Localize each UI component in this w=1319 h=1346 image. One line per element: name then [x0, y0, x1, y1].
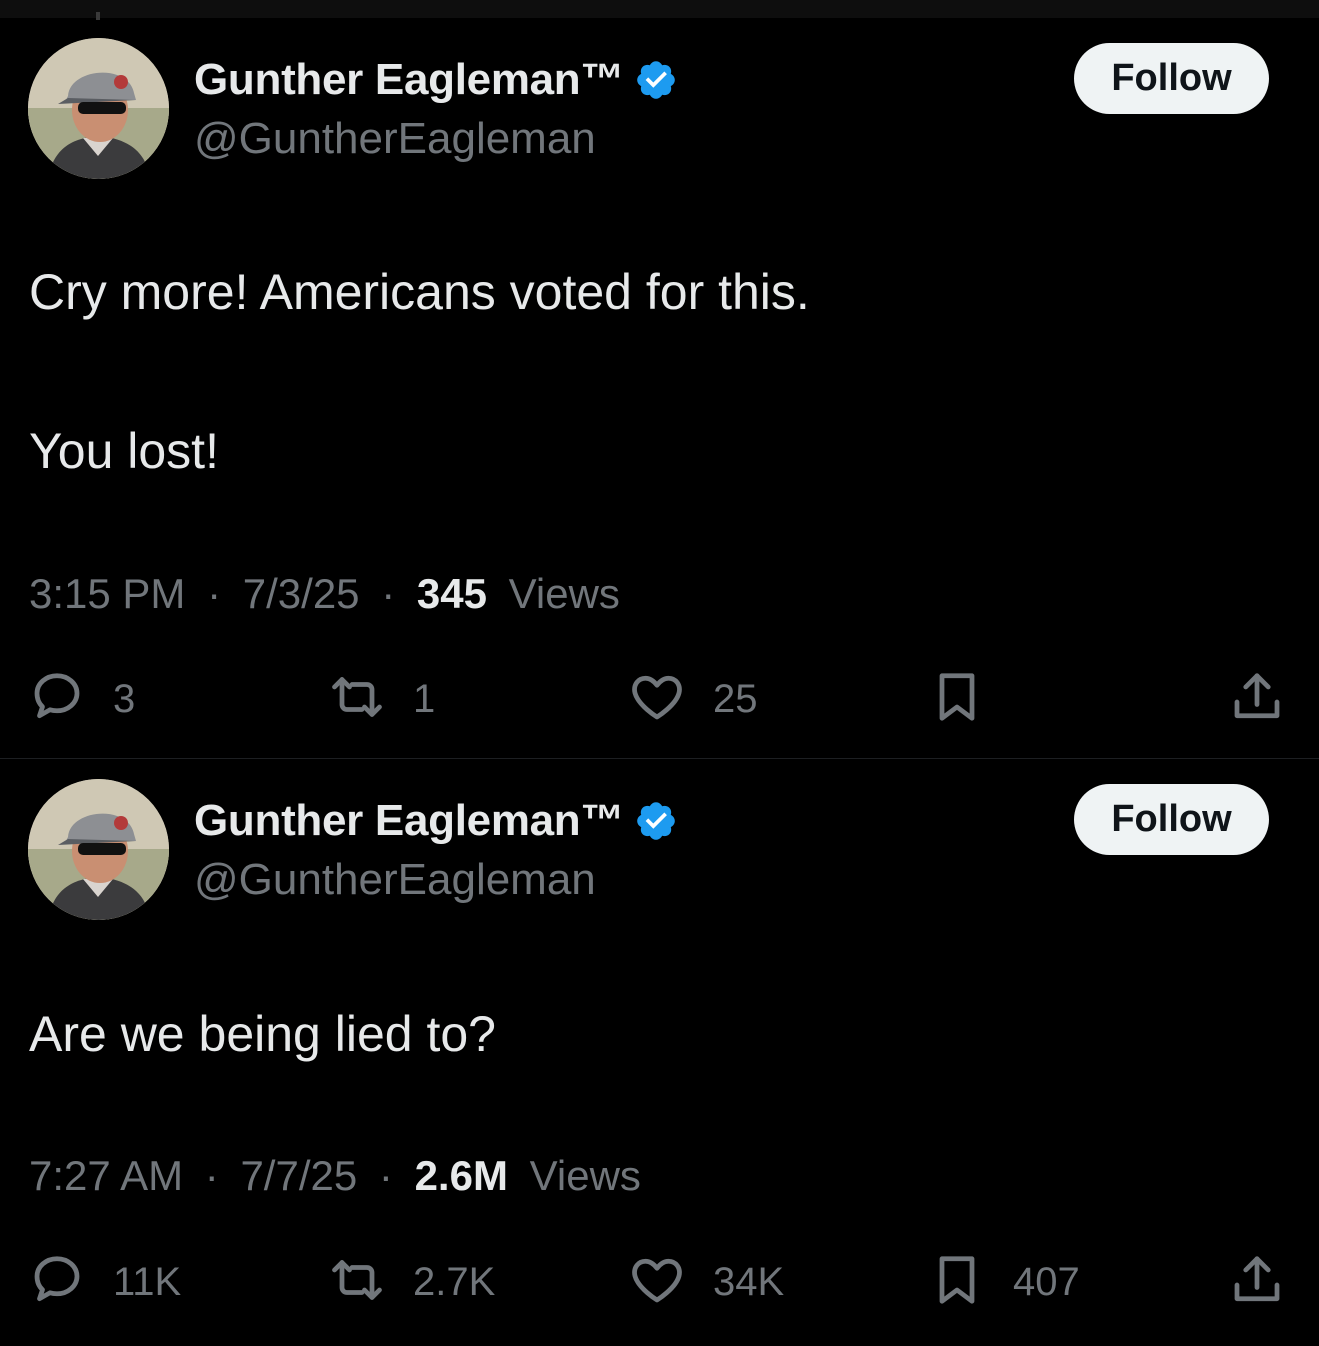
avatar[interactable]	[28, 779, 169, 920]
tweet-date[interactable]: 7/3/25	[243, 570, 360, 617]
tweet-text-line: You lost!	[29, 423, 219, 479]
share-icon	[1227, 1250, 1287, 1315]
reply-button[interactable]: 3	[27, 664, 135, 734]
like-count: 34K	[713, 1259, 785, 1304]
reply-icon	[27, 1250, 87, 1315]
repost-icon	[327, 667, 387, 732]
top-strip	[0, 0, 1319, 20]
avatar[interactable]	[28, 38, 169, 179]
like-button[interactable]: 34K	[627, 1247, 784, 1317]
reply-icon	[27, 667, 87, 732]
author-name-row: Gunther Eagleman™	[194, 793, 678, 849]
bookmark-button[interactable]: 407	[927, 1247, 1080, 1317]
tweet-meta: 3:15 PM · 7/3/25 · 345 Views	[29, 570, 620, 618]
separator: ·	[207, 570, 222, 617]
tweet-text-line: Cry more! Americans voted for this.	[29, 264, 810, 320]
repost-button[interactable]: 2.7K	[327, 1247, 495, 1317]
share-button[interactable]	[1227, 664, 1287, 734]
bookmark-button[interactable]	[927, 664, 1013, 734]
views-label: Views	[529, 1152, 641, 1199]
tweet-text-line: Are we being lied to?	[29, 1006, 496, 1062]
reply-button[interactable]: 11K	[27, 1247, 181, 1317]
separator: ·	[378, 1152, 393, 1199]
tweet-time[interactable]: 3:15 PM	[29, 570, 185, 617]
bookmark-icon	[927, 667, 987, 732]
repost-count: 2.7K	[413, 1259, 496, 1304]
share-button[interactable]	[1227, 1247, 1287, 1317]
display-name[interactable]: Gunther Eagleman™	[194, 55, 624, 105]
repost-icon	[327, 1250, 387, 1315]
tweet[interactable]: Gunther Eagleman™ @GuntherEagleman Follo…	[0, 759, 1319, 1346]
views-count: 2.6M	[414, 1152, 508, 1199]
like-count: 25	[713, 676, 758, 721]
tweet-time[interactable]: 7:27 AM	[29, 1152, 183, 1199]
bookmark-count: 407	[1013, 1259, 1080, 1304]
like-icon	[627, 1250, 687, 1315]
action-bar: 11K 2.7K 34K 407	[0, 1247, 1319, 1317]
tweet[interactable]: Gunther Eagleman™ @GuntherEagleman Follo…	[0, 18, 1319, 758]
separator: ·	[204, 1152, 219, 1199]
display-name[interactable]: Gunther Eagleman™	[194, 796, 624, 846]
like-icon	[627, 667, 687, 732]
reply-count: 3	[113, 676, 136, 721]
tweet-meta: 7:27 AM · 7/7/25 · 2.6M Views	[29, 1152, 641, 1200]
follow-button[interactable]: Follow	[1074, 784, 1269, 855]
like-button[interactable]: 25	[627, 664, 758, 734]
follow-button[interactable]: Follow	[1074, 43, 1269, 114]
handle[interactable]: @GuntherEagleman	[194, 855, 596, 905]
separator: ·	[381, 570, 396, 617]
bookmark-icon	[927, 1250, 987, 1315]
views-count: 345	[416, 570, 487, 617]
share-icon	[1227, 667, 1287, 732]
verified-badge-icon	[634, 799, 678, 843]
handle[interactable]: @GuntherEagleman	[194, 114, 596, 164]
verified-badge-icon	[634, 58, 678, 102]
action-bar: 3 1 25	[0, 664, 1319, 734]
repost-button[interactable]: 1	[327, 664, 435, 734]
timeline: Gunther Eagleman™ @GuntherEagleman Follo…	[0, 0, 1319, 1346]
repost-count: 1	[413, 676, 436, 721]
views-label: Views	[508, 570, 620, 617]
reply-count: 11K	[113, 1259, 182, 1304]
tweet-date[interactable]: 7/7/25	[240, 1152, 357, 1199]
author-name-row: Gunther Eagleman™	[194, 52, 678, 108]
